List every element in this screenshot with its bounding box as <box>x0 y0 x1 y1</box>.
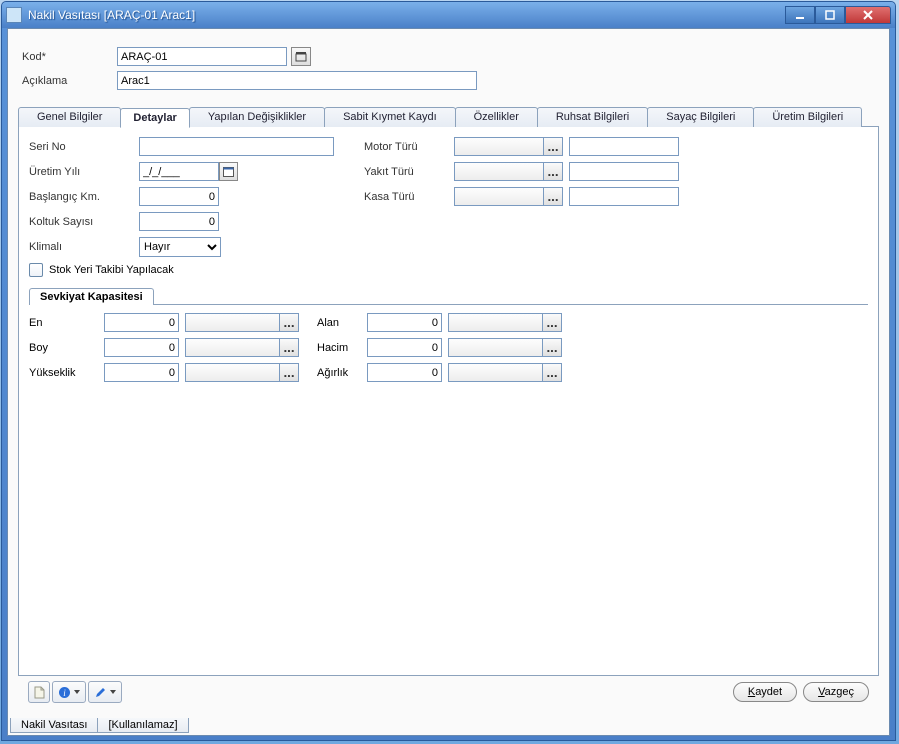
vazgec-button[interactable]: Vazgeç <box>803 682 869 702</box>
alan-label: Alan <box>317 317 367 329</box>
tab-body-detaylar: Seri No Üretim Yılı Başlangıç Km. <box>18 126 879 676</box>
motor-turu-desc[interactable] <box>569 137 679 156</box>
yakit-turu-desc[interactable] <box>569 162 679 181</box>
seri-no-label: Seri No <box>29 141 139 153</box>
hacim-unit-lookup-button[interactable]: ... <box>543 338 562 357</box>
en-label: En <box>29 317 104 329</box>
yukseklik-label: Yükseklik <box>29 367 104 379</box>
tab-ozellikler[interactable]: Özellikler <box>455 107 538 127</box>
yakit-turu-input[interactable] <box>454 162 544 181</box>
baslangic-km-input[interactable] <box>139 187 219 206</box>
window-title: Nakil Vasıtası [ARAÇ-01 Arac1] <box>28 8 195 22</box>
aciklama-label: Açıklama <box>22 75 117 87</box>
tab-sayac-bilgileri[interactable]: Sayaç Bilgileri <box>647 107 754 127</box>
agirlik-unit-input[interactable] <box>448 363 543 382</box>
tab-genel-bilgiler[interactable]: Genel Bilgiler <box>18 107 121 127</box>
kod-picker-button[interactable] <box>291 47 311 66</box>
agirlik-unit-lookup-button[interactable]: ... <box>543 363 562 382</box>
kasa-turu-desc[interactable] <box>569 187 679 206</box>
motor-turu-label: Motor Türü <box>364 141 454 153</box>
klimali-select[interactable]: Hayır <box>139 237 221 257</box>
yukseklik-input[interactable] <box>104 363 179 382</box>
footer-tab-nakil-vasitasi[interactable]: Nakil Vasıtası <box>10 718 98 733</box>
tab-detaylar[interactable]: Detaylar <box>120 108 189 128</box>
tab-strip: Genel Bilgiler Detaylar Yapılan Değişikl… <box>18 107 879 127</box>
titlebar: Nakil Vasıtası [ARAÇ-01 Arac1] <box>2 2 895 28</box>
tab-yapilan-degisiklikler[interactable]: Yapılan Değişiklikler <box>189 107 325 127</box>
yakit-turu-lookup-button[interactable]: ... <box>544 162 563 181</box>
sevkiyat-kapasitesi-header: Sevkiyat Kapasitesi <box>29 288 154 305</box>
calendar-button[interactable] <box>219 162 238 181</box>
kasa-turu-label: Kasa Türü <box>364 191 454 203</box>
tab-ruhsat-bilgileri[interactable]: Ruhsat Bilgileri <box>537 107 648 127</box>
stok-takip-label: Stok Yeri Takibi Yapılacak <box>49 264 174 276</box>
koltuk-sayisi-label: Koltuk Sayısı <box>29 216 139 228</box>
minimize-button[interactable] <box>785 6 815 24</box>
alan-unit-input[interactable] <box>448 313 543 332</box>
maximize-button[interactable] <box>815 6 845 24</box>
hacim-input[interactable] <box>367 338 442 357</box>
agirlik-input[interactable] <box>367 363 442 382</box>
alan-input[interactable] <box>367 313 442 332</box>
tab-uretim-bilgileri[interactable]: Üretim Bilgileri <box>753 107 862 127</box>
info-tool-button[interactable]: i <box>52 681 86 703</box>
aciklama-input[interactable] <box>117 71 477 90</box>
edit-tool-button[interactable] <box>88 681 122 703</box>
motor-turu-input[interactable] <box>454 137 544 156</box>
kaydet-button[interactable]: Kaydet <box>733 682 797 702</box>
klimali-label: Klimalı <box>29 241 139 253</box>
app-icon <box>6 7 22 23</box>
yakit-turu-label: Yakıt Türü <box>364 166 454 178</box>
seri-no-input[interactable] <box>139 137 334 156</box>
alan-unit-lookup-button[interactable]: ... <box>543 313 562 332</box>
hacim-unit-input[interactable] <box>448 338 543 357</box>
hacim-label: Hacim <box>317 342 367 354</box>
document-tool-button[interactable] <box>28 681 50 703</box>
koltuk-sayisi-input[interactable] <box>139 212 219 231</box>
boy-unit-lookup-button[interactable]: ... <box>280 338 299 357</box>
boy-unit-input[interactable] <box>185 338 280 357</box>
close-button[interactable] <box>845 6 891 24</box>
motor-turu-lookup-button[interactable]: ... <box>544 137 563 156</box>
en-unit-lookup-button[interactable]: ... <box>280 313 299 332</box>
en-input[interactable] <box>104 313 179 332</box>
uretim-yili-input[interactable] <box>139 162 219 181</box>
agirlik-label: Ağırlık <box>317 367 367 379</box>
uretim-yili-label: Üretim Yılı <box>29 166 139 178</box>
yukseklik-unit-lookup-button[interactable]: ... <box>280 363 299 382</box>
yukseklik-unit-input[interactable] <box>185 363 280 382</box>
boy-input[interactable] <box>104 338 179 357</box>
chevron-down-icon <box>110 690 116 694</box>
en-unit-input[interactable] <box>185 313 280 332</box>
kod-label: Kod* <box>22 51 117 63</box>
tab-sabit-kiymet-kaydi[interactable]: Sabit Kıymet Kaydı <box>324 107 456 127</box>
app-window: Nakil Vasıtası [ARAÇ-01 Arac1] Kod* <box>1 1 896 741</box>
baslangic-km-label: Başlangıç Km. <box>29 191 139 203</box>
stok-takip-checkbox[interactable] <box>29 263 43 277</box>
boy-label: Boy <box>29 342 104 354</box>
kod-input[interactable] <box>117 47 287 66</box>
kasa-turu-input[interactable] <box>454 187 544 206</box>
kasa-turu-lookup-button[interactable]: ... <box>544 187 563 206</box>
chevron-down-icon <box>74 690 80 694</box>
footer-tab-kullanilamaz[interactable]: [Kullanılamaz] <box>97 718 188 733</box>
